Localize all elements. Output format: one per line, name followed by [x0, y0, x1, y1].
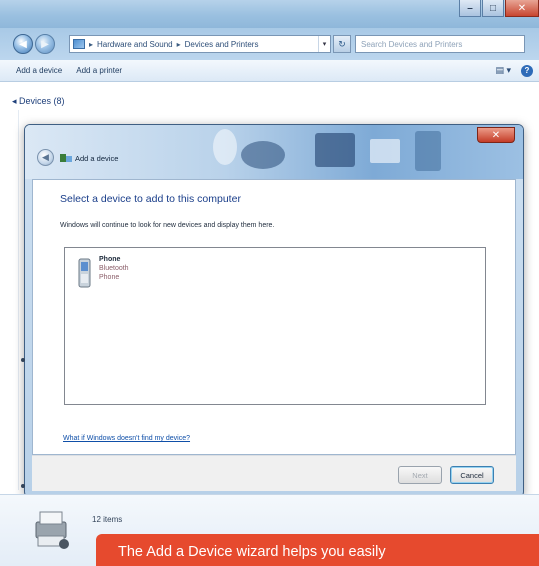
- dialog-header: ◀ Add a device ✕: [25, 125, 523, 179]
- phone-icon: [78, 258, 91, 288]
- view-options-button[interactable]: ▤ ▾: [495, 65, 511, 77]
- devices-group-header[interactable]: ◂ Devices (8): [12, 96, 65, 107]
- devices-and-printers-icon: [35, 511, 69, 549]
- toolbar-right: ▤ ▾ ?: [495, 64, 539, 77]
- forward-button[interactable]: ▶: [35, 34, 55, 54]
- control-panel-icon: [73, 39, 85, 49]
- address-dropdown-icon[interactable]: ▾: [318, 36, 330, 52]
- back-button[interactable]: ◀: [13, 34, 33, 54]
- scroll-marker: [21, 484, 25, 488]
- dialog-back-button[interactable]: ◀: [37, 149, 54, 166]
- device-list[interactable]: Phone Bluetooth Phone: [64, 247, 486, 405]
- dialog-close-button[interactable]: ✕: [477, 127, 515, 143]
- caption-buttons: – □ ✕: [458, 0, 539, 20]
- add-printer-button[interactable]: Add a printer: [72, 66, 132, 75]
- dialog-instruction: Windows will continue to look for new de…: [60, 222, 275, 229]
- help-icon[interactable]: ?: [521, 64, 533, 77]
- device-category: Phone: [99, 274, 120, 281]
- dialog-footer: Next Cancel: [32, 455, 516, 491]
- dialog-title: Add a device: [75, 154, 119, 163]
- breadcrumb-hardware-and-sound[interactable]: Hardware and Sound: [97, 40, 173, 49]
- caption-banner: The Add a Device wizard helps you easily: [96, 534, 539, 566]
- minimize-button[interactable]: –: [459, 0, 481, 17]
- device-connection: Bluetooth: [99, 265, 129, 272]
- add-device-dialog: ◀ Add a device ✕ Select a device to add …: [24, 124, 524, 498]
- dialog-body: Select a device to add to this computer …: [32, 179, 516, 455]
- address-separator: ▸: [89, 39, 94, 49]
- divider: [18, 110, 19, 490]
- dialog-header-devices-art: [213, 129, 441, 171]
- dialog-heading: Select a device to add to this computer: [60, 193, 241, 205]
- item-count: 12 items: [92, 515, 123, 524]
- next-button[interactable]: Next: [398, 466, 442, 484]
- device-name: Phone: [99, 256, 121, 263]
- search-input[interactable]: Search Devices and Printers: [355, 35, 525, 53]
- add-device-button[interactable]: Add a device: [0, 66, 72, 75]
- breadcrumb-devices-and-printers[interactable]: Devices and Printers: [185, 40, 259, 49]
- close-button[interactable]: ✕: [505, 0, 539, 17]
- cancel-button[interactable]: Cancel: [450, 466, 494, 484]
- scroll-marker: [21, 358, 25, 362]
- command-bar: Add a device Add a printer ▤ ▾ ?: [0, 60, 539, 82]
- add-device-icon: [60, 154, 72, 162]
- list-item[interactable]: Phone Bluetooth Phone: [77, 256, 197, 300]
- navigation-bar: ◀ ▶ ▸ Hardware and Sound ▸ Devices and P…: [0, 28, 539, 60]
- window-titlebar: – □ ✕: [0, 0, 539, 28]
- maximize-button[interactable]: □: [482, 0, 504, 17]
- address-bar[interactable]: ▸ Hardware and Sound ▸ Devices and Print…: [69, 35, 331, 53]
- address-separator: ▸: [176, 39, 181, 49]
- help-link[interactable]: What if Windows doesn't find my device?: [63, 435, 190, 442]
- refresh-button[interactable]: ↻: [333, 35, 351, 53]
